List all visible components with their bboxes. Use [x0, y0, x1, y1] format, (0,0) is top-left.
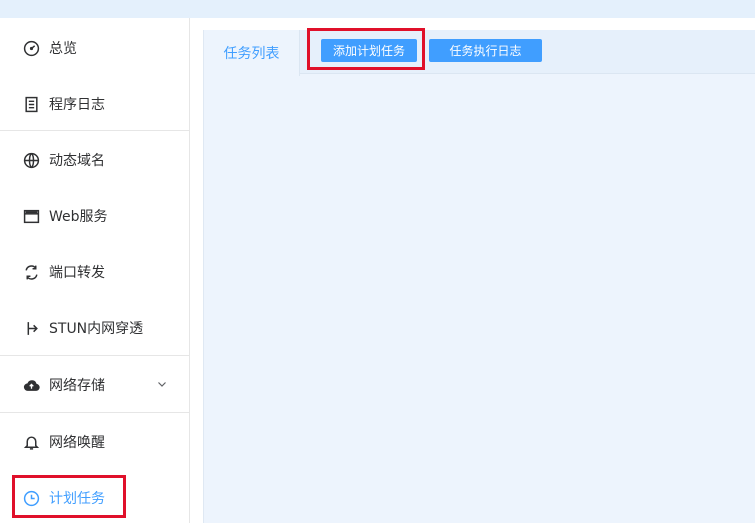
sidebar-item-overview[interactable]: 总览 — [0, 20, 189, 76]
web-service-icon — [22, 207, 40, 225]
clock-icon — [22, 489, 40, 507]
tab-task-list[interactable]: 任务列表 — [204, 30, 300, 76]
dashboard-icon — [22, 39, 40, 57]
sidebar-item-wake-on-lan[interactable]: 网络唤醒 — [0, 414, 189, 470]
menu-divider — [0, 355, 189, 356]
bell-icon — [22, 433, 40, 451]
sidebar-item-label: STUN内网穿透 — [49, 321, 144, 337]
sidebar-item-web-service[interactable]: Web服务 — [0, 188, 189, 244]
add-scheduled-task-button[interactable]: 添加计划任务 — [321, 39, 417, 62]
port-forward-icon — [22, 263, 40, 281]
stun-icon — [22, 319, 40, 337]
sidebar-item-network-storage[interactable]: 网络存储 — [0, 357, 189, 413]
sidebar-item-label: 网络唤醒 — [49, 435, 105, 451]
menu-divider — [0, 412, 189, 413]
sidebar-item-stun[interactable]: STUN内网穿透 — [0, 300, 189, 356]
sidebar-item-label: 网络存储 — [49, 378, 105, 394]
sidebar-item-label: Web服务 — [49, 209, 108, 225]
sidebar-item-scheduled-tasks[interactable]: 计划任务 — [0, 470, 189, 526]
sidebar-item-label: 端口转发 — [49, 265, 105, 281]
sidebar-menu: 总览 程序日志 动态域名 Web服务 端口转发 STUN内网穿透 网络存储 网络… — [0, 18, 190, 523]
dns-icon — [22, 151, 40, 169]
sidebar-item-label: 程序日志 — [49, 97, 105, 113]
chevron-down-icon[interactable] — [156, 378, 168, 390]
tab-bar: 任务列表 添加计划任务 任务执行日志 — [204, 30, 755, 76]
sidebar-item-program-log[interactable]: 程序日志 — [0, 76, 189, 132]
menu-divider — [0, 130, 189, 131]
log-icon — [22, 95, 40, 113]
sidebar-item-label: 动态域名 — [49, 153, 105, 169]
sidebar-item-label: 总览 — [49, 41, 77, 57]
cloud-storage-icon — [22, 376, 40, 394]
content-gutter — [191, 18, 203, 523]
sidebar-item-port-forward[interactable]: 端口转发 — [0, 244, 189, 300]
main-content: 任务列表 添加计划任务 任务执行日志 — [203, 30, 755, 523]
task-execution-log-button[interactable]: 任务执行日志 — [429, 39, 542, 62]
sidebar-item-label: 计划任务 — [49, 491, 105, 507]
sidebar-item-ddns[interactable]: 动态域名 — [0, 132, 189, 188]
top-bar — [0, 0, 755, 18]
